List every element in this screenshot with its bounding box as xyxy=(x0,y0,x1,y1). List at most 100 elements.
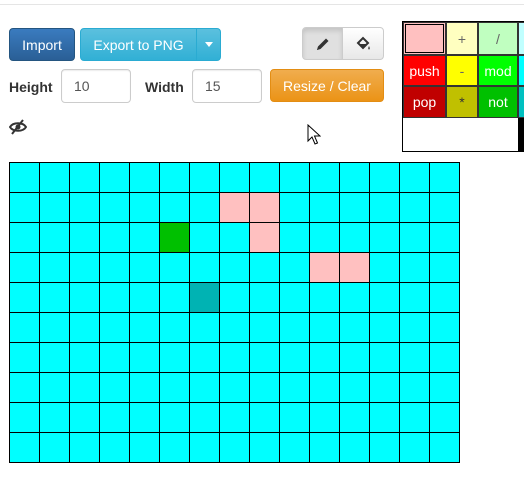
grid-cell[interactable] xyxy=(280,373,310,403)
grid-cell[interactable] xyxy=(370,193,400,223)
grid-cell[interactable] xyxy=(40,223,70,253)
grid-cell[interactable] xyxy=(130,313,160,343)
grid-cell[interactable] xyxy=(40,283,70,313)
grid-cell[interactable] xyxy=(70,433,100,463)
grid-cell[interactable] xyxy=(340,313,370,343)
grid-cell[interactable] xyxy=(10,283,40,313)
grid-cell[interactable] xyxy=(310,283,340,313)
grid-cell[interactable] xyxy=(250,403,280,433)
grid-cell[interactable] xyxy=(40,313,70,343)
palette-cell[interactable]: push xyxy=(403,55,446,86)
drawing-canvas[interactable] xyxy=(9,162,460,463)
grid-cell[interactable] xyxy=(220,403,250,433)
grid-cell[interactable] xyxy=(100,403,130,433)
grid-cell[interactable] xyxy=(400,193,430,223)
grid-cell[interactable] xyxy=(10,163,40,193)
grid-cell[interactable] xyxy=(130,193,160,223)
grid-cell[interactable] xyxy=(130,433,160,463)
palette-cell[interactable] xyxy=(518,118,524,151)
grid-cell[interactable] xyxy=(250,373,280,403)
grid-cell[interactable] xyxy=(430,223,460,253)
grid-cell[interactable] xyxy=(370,223,400,253)
grid-cell[interactable] xyxy=(370,283,400,313)
grid-cell[interactable] xyxy=(40,433,70,463)
grid-cell[interactable] xyxy=(130,373,160,403)
grid-cell[interactable] xyxy=(430,163,460,193)
grid-cell[interactable] xyxy=(160,343,190,373)
grid-cell[interactable] xyxy=(40,163,70,193)
grid-cell[interactable] xyxy=(70,163,100,193)
grid-cell[interactable] xyxy=(400,223,430,253)
grid-cell[interactable] xyxy=(250,283,280,313)
grid-cell[interactable] xyxy=(250,223,280,253)
grid-cell[interactable] xyxy=(280,253,310,283)
export-png-button[interactable]: Export to PNG xyxy=(80,28,197,61)
grid-cell[interactable] xyxy=(160,433,190,463)
grid-cell[interactable] xyxy=(10,223,40,253)
grid-cell[interactable] xyxy=(430,313,460,343)
grid-cell[interactable] xyxy=(310,433,340,463)
grid-cell[interactable] xyxy=(100,313,130,343)
grid-cell[interactable] xyxy=(70,313,100,343)
grid-cell[interactable] xyxy=(280,193,310,223)
grid-cell[interactable] xyxy=(160,373,190,403)
palette-cell[interactable] xyxy=(446,118,478,151)
grid-cell[interactable] xyxy=(160,193,190,223)
grid-cell[interactable] xyxy=(160,223,190,253)
grid-cell[interactable] xyxy=(340,253,370,283)
grid-cell[interactable] xyxy=(310,403,340,433)
grid-cell[interactable] xyxy=(70,253,100,283)
eye-slash-icon[interactable] xyxy=(9,119,27,135)
grid-cell[interactable] xyxy=(310,343,340,373)
grid-cell[interactable] xyxy=(400,343,430,373)
grid-cell[interactable] xyxy=(220,223,250,253)
grid-cell[interactable] xyxy=(190,373,220,403)
grid-cell[interactable] xyxy=(70,403,100,433)
grid-cell[interactable] xyxy=(40,403,70,433)
grid-cell[interactable] xyxy=(430,433,460,463)
grid-cell[interactable] xyxy=(280,283,310,313)
grid-cell[interactable] xyxy=(130,253,160,283)
grid-cell[interactable] xyxy=(370,253,400,283)
grid-cell[interactable] xyxy=(310,163,340,193)
grid-cell[interactable] xyxy=(400,163,430,193)
grid-cell[interactable] xyxy=(10,253,40,283)
grid-cell[interactable] xyxy=(220,283,250,313)
grid-cell[interactable] xyxy=(160,283,190,313)
grid-cell[interactable] xyxy=(190,313,220,343)
grid-cell[interactable] xyxy=(280,163,310,193)
grid-cell[interactable] xyxy=(310,373,340,403)
grid-cell[interactable] xyxy=(220,313,250,343)
grid-cell[interactable] xyxy=(430,283,460,313)
grid-cell[interactable] xyxy=(280,223,310,253)
grid-cell[interactable] xyxy=(310,253,340,283)
grid-cell[interactable] xyxy=(370,373,400,403)
grid-cell[interactable] xyxy=(280,433,310,463)
grid-cell[interactable] xyxy=(310,193,340,223)
grid-cell[interactable] xyxy=(400,373,430,403)
grid-cell[interactable] xyxy=(160,253,190,283)
grid-cell[interactable] xyxy=(370,343,400,373)
grid-cell[interactable] xyxy=(190,433,220,463)
grid-cell[interactable] xyxy=(310,313,340,343)
grid-cell[interactable] xyxy=(220,343,250,373)
grid-cell[interactable] xyxy=(190,343,220,373)
grid-cell[interactable] xyxy=(10,373,40,403)
grid-cell[interactable] xyxy=(190,193,220,223)
grid-cell[interactable] xyxy=(40,193,70,223)
grid-cell[interactable] xyxy=(340,283,370,313)
grid-cell[interactable] xyxy=(250,253,280,283)
grid-cell[interactable] xyxy=(400,433,430,463)
palette-cell[interactable]: + xyxy=(446,22,478,55)
import-button[interactable]: Import xyxy=(9,28,75,61)
grid-cell[interactable] xyxy=(250,313,280,343)
grid-cell[interactable] xyxy=(250,343,280,373)
grid-cell[interactable] xyxy=(340,223,370,253)
width-input[interactable] xyxy=(192,69,262,103)
grid-cell[interactable] xyxy=(130,283,160,313)
grid-cell[interactable] xyxy=(250,433,280,463)
grid-cell[interactable] xyxy=(40,373,70,403)
grid-cell[interactable] xyxy=(280,403,310,433)
palette-cell[interactable] xyxy=(403,118,446,151)
grid-cell[interactable] xyxy=(100,283,130,313)
